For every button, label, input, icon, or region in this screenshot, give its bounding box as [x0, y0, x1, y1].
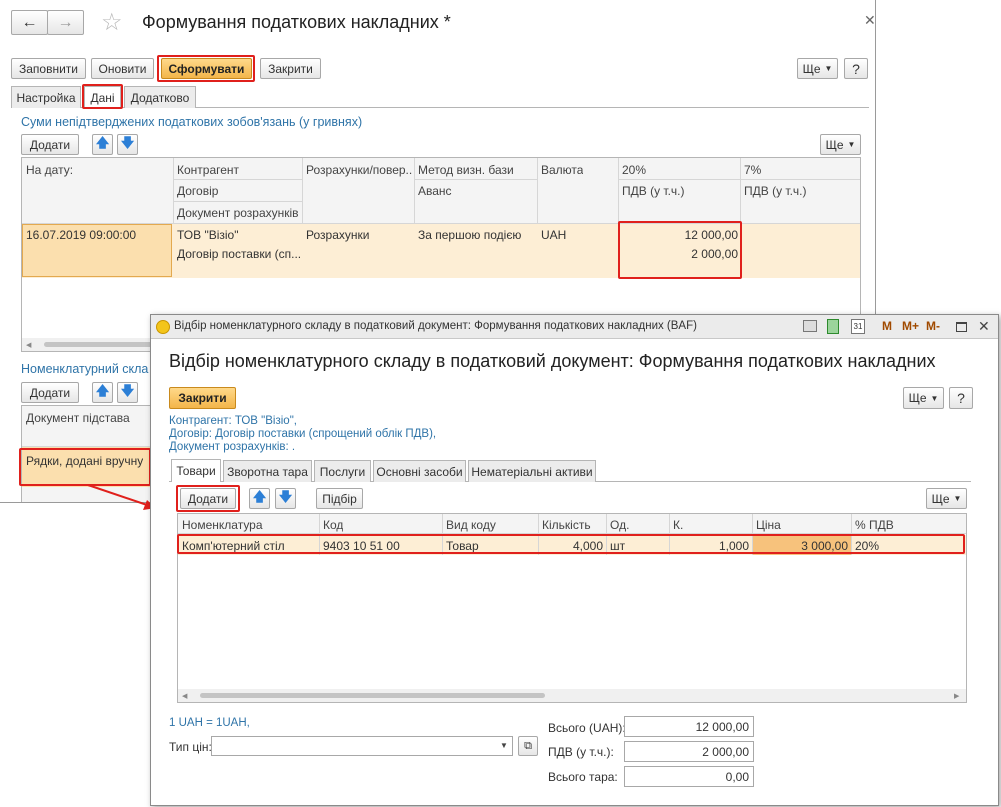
row-code-type: Товар — [446, 539, 479, 553]
row-unit: шт — [610, 539, 626, 553]
help-button[interactable]: ? — [949, 387, 973, 409]
tab-fixed-assets[interactable]: Основні засоби — [373, 460, 466, 482]
selection-dialog: Відбір номенклатурного складу в податков… — [150, 314, 999, 806]
vat-value: 2 000,00 — [624, 741, 754, 762]
row-item: Комп'ютерний стіл — [182, 539, 285, 553]
vat-label: ПДВ (у т.ч.): — [548, 745, 614, 759]
maximize-icon[interactable] — [956, 322, 967, 332]
calendar-icon[interactable]: 31 — [851, 319, 865, 334]
col-nomenclature: Номенклатура — [182, 518, 263, 532]
col-price: Ціна — [756, 518, 781, 532]
row-price: 3 000,00 — [801, 539, 848, 553]
table-more-button[interactable]: Ще ▼ — [926, 488, 967, 509]
row-quantity: 4,000 — [572, 539, 603, 553]
col-k: К. — [673, 518, 684, 532]
row-vat-rate: 20% — [855, 539, 880, 553]
arrow-up-icon: 🡅 — [252, 488, 267, 504]
pick-button[interactable]: Підбір — [316, 488, 363, 509]
tare-value: 0,00 — [624, 766, 754, 787]
col-code: Код — [323, 518, 344, 532]
price-type-label: Тип цін: — [169, 740, 212, 754]
price-type-select[interactable]: ▼ — [211, 736, 513, 756]
app-logo-icon — [156, 320, 170, 334]
col-code-type: Вид коду — [446, 518, 496, 532]
close-button[interactable]: Закрити — [169, 387, 236, 409]
horizontal-scrollbar[interactable]: ◀ ▶ — [178, 689, 966, 702]
tab-intangible-assets[interactable]: Нематеріальні активи — [468, 460, 596, 482]
goods-table: Номенклатура Код Вид коду Кількість Од. … — [177, 513, 967, 703]
exchange-rate: 1 UAH = 1UAH, — [169, 717, 250, 729]
chevron-down-icon: ▼ — [930, 393, 939, 403]
move-up-button[interactable]: 🡅 — [249, 488, 270, 509]
tare-label: Всього тара: — [548, 770, 618, 784]
info-counterparty: Контрагент: ТОВ "Візіо", — [169, 415, 297, 427]
info-settlement-doc: Документ розрахунків: . — [169, 441, 296, 453]
move-down-button[interactable]: 🡇 — [275, 488, 296, 509]
table-row[interactable]: Комп'ютерний стіл 9403 10 51 00 Товар 4,… — [178, 535, 966, 555]
arrow-down-icon: 🡇 — [278, 488, 293, 504]
memory-minus-button[interactable]: M- — [926, 319, 940, 333]
calculator-icon[interactable] — [827, 319, 839, 334]
col-unit: Од. — [610, 518, 630, 532]
dialog-heading: Відбір номенклатурного складу в податков… — [169, 351, 936, 371]
chevron-down-icon: ▼ — [953, 494, 962, 503]
more-button[interactable]: Ще ▼ — [903, 387, 944, 409]
tab-services[interactable]: Послуги — [314, 460, 371, 482]
tab-returnable-tare[interactable]: Зворотна тара — [223, 460, 312, 482]
close-icon[interactable]: ✕ — [978, 318, 990, 335]
col-vat-rate: % ПДВ — [855, 518, 894, 532]
window-title: Відбір номенклатурного складу в податков… — [174, 320, 697, 332]
print-icon[interactable] — [803, 320, 817, 332]
total-value: 12 000,00 — [624, 716, 754, 737]
col-quantity: Кількість — [542, 518, 591, 532]
memory-plus-button[interactable]: M+ — [902, 319, 919, 333]
total-label: Всього (UAH): — [548, 721, 626, 735]
chevron-down-icon[interactable]: ▼ — [500, 741, 508, 750]
memory-button[interactable]: M — [882, 319, 892, 333]
open-icon[interactable]: ⧉ — [518, 736, 538, 756]
info-contract: Договір: Договір поставки (спрощений обл… — [169, 428, 437, 440]
row-k: 1,000 — [718, 539, 749, 553]
row-code: 9403 10 51 00 — [323, 539, 400, 553]
add-button[interactable]: Додати — [180, 488, 236, 509]
tab-goods[interactable]: Товари — [171, 459, 221, 482]
